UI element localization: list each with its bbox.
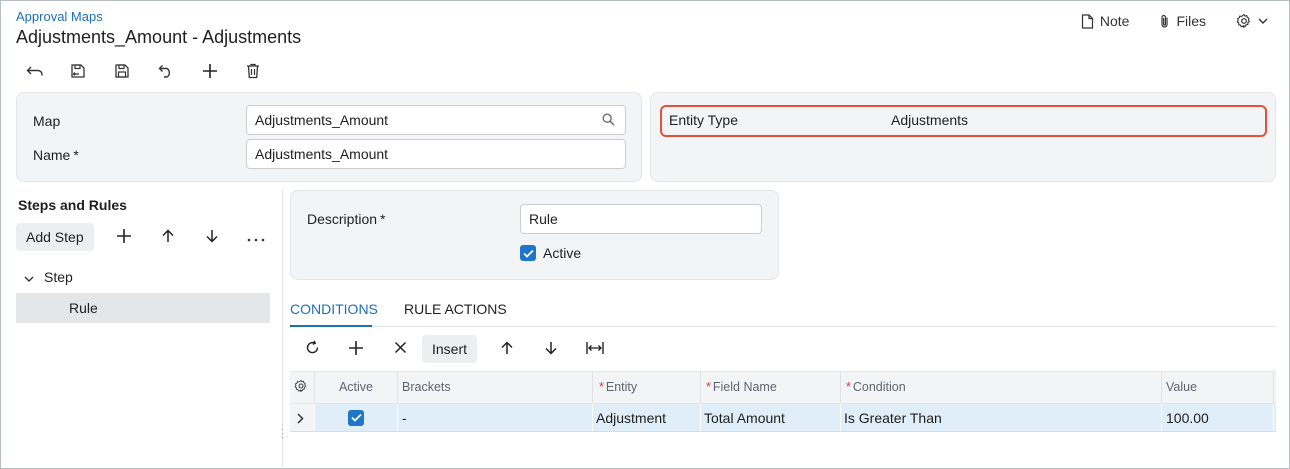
column-header-condition[interactable]: * Condition	[841, 372, 1162, 403]
row-field-name-cell[interactable]: Total Amount	[701, 404, 841, 431]
row-up-button[interactable]	[485, 335, 529, 363]
move-up-button[interactable]	[146, 223, 190, 251]
note-button[interactable]: Note	[1081, 13, 1130, 29]
arrow-up-icon	[500, 340, 514, 358]
tree-rule-label: Rule	[69, 300, 98, 316]
cancel-changes-button[interactable]	[156, 60, 200, 82]
column-header-active[interactable]: Active	[315, 372, 398, 403]
row-value-cell[interactable]: 100.00	[1162, 404, 1274, 431]
save-icon	[114, 63, 130, 79]
main-toolbar	[24, 60, 288, 82]
row-expand-button[interactable]	[290, 404, 315, 431]
name-label: Name *	[33, 147, 79, 163]
table-row[interactable]: - Adjustment Total Amount Is Greater Tha…	[290, 404, 1276, 432]
row-active-checkbox[interactable]	[348, 409, 364, 426]
description-field[interactable]: Rule	[520, 204, 762, 234]
row-entity-cell[interactable]: Adjustment	[593, 404, 701, 431]
conditions-grid: Active Brackets * Entity * Field Name * Con…	[290, 371, 1276, 432]
add-step-button[interactable]: Add Step	[16, 223, 94, 251]
fit-width-icon	[586, 341, 604, 358]
active-checkbox[interactable]	[520, 245, 536, 261]
save-button[interactable]	[112, 60, 156, 82]
gear-icon	[1236, 13, 1252, 29]
description-value: Rule	[529, 211, 558, 227]
active-checkbox-row[interactable]: Active	[520, 245, 581, 261]
description-label: Description *	[307, 211, 386, 227]
chevron-down-icon[interactable]	[24, 269, 34, 285]
row-down-button[interactable]	[529, 335, 573, 363]
delete-button[interactable]	[244, 60, 288, 82]
more-horizontal-icon	[247, 229, 265, 245]
row-condition-cell[interactable]: Is Greater Than	[841, 404, 1162, 431]
files-button[interactable]: Files	[1159, 13, 1206, 29]
entity-type-card: Entity Type Adjustments	[650, 92, 1276, 182]
undo-back-icon	[26, 64, 44, 78]
column-header-brackets[interactable]: Brackets	[398, 372, 593, 403]
note-label: Note	[1099, 13, 1130, 29]
column-header-value[interactable]: Value	[1162, 372, 1274, 403]
rule-tabs: CONDITIONS RULE ACTIONS	[290, 300, 1276, 327]
arrow-down-icon	[205, 229, 219, 246]
breadcrumb[interactable]: Approval Maps	[16, 9, 103, 24]
chevron-down-icon	[1258, 18, 1268, 24]
more-options-button[interactable]	[234, 223, 278, 251]
entity-type-value: Adjustments	[891, 112, 969, 128]
search-icon[interactable]	[602, 113, 615, 129]
cancel-icon	[158, 64, 174, 78]
header-actions: Note Files	[1081, 13, 1268, 29]
gear-icon	[294, 379, 308, 396]
arrow-down-icon	[544, 341, 558, 358]
name-value: Adjustments_Amount	[255, 146, 389, 162]
fit-columns-button[interactable]	[573, 335, 617, 363]
refresh-icon	[305, 340, 320, 358]
row-brackets-cell[interactable]: -	[398, 404, 593, 431]
add-icon	[116, 228, 132, 247]
column-settings-button[interactable]	[290, 372, 315, 403]
column-header-field-name[interactable]: * Field Name	[701, 372, 841, 403]
add-button[interactable]	[200, 60, 244, 82]
entity-type-label: Entity Type	[669, 112, 739, 128]
conditions-toolbar: Insert	[290, 335, 617, 363]
tab-rule-actions[interactable]: RULE ACTIONS	[404, 301, 507, 327]
add-row-button[interactable]	[334, 335, 378, 363]
map-value: Adjustments_Amount	[255, 112, 389, 128]
tab-conditions[interactable]: CONDITIONS	[290, 301, 378, 327]
refresh-button[interactable]	[290, 335, 334, 363]
tree-step-label: Step	[44, 269, 73, 285]
arrow-up-icon	[161, 228, 175, 246]
add-icon	[202, 63, 218, 79]
back-button[interactable]	[24, 60, 68, 82]
settings-menu-button[interactable]	[1236, 13, 1268, 29]
splitter-handle[interactable]: · · ·	[281, 425, 284, 443]
chevron-right-icon	[297, 411, 304, 427]
entity-type-field[interactable]: Entity Type Adjustments	[660, 105, 1267, 137]
active-label: Active	[543, 245, 582, 261]
save-and-close-button[interactable]	[68, 60, 112, 82]
steps-and-rules-title: Steps and Rules	[18, 197, 127, 213]
delete-icon	[246, 63, 260, 79]
tree-rule-node[interactable]: Rule	[16, 293, 270, 323]
map-label: Map	[33, 113, 61, 129]
move-down-button[interactable]	[190, 223, 234, 251]
column-header-entity[interactable]: * Entity	[593, 372, 701, 403]
add-icon	[348, 340, 364, 359]
files-label: Files	[1176, 13, 1206, 29]
insert-button[interactable]: Insert	[422, 335, 478, 363]
map-selector-field[interactable]: Adjustments_Amount	[246, 105, 626, 135]
row-active-cell[interactable]	[315, 404, 398, 431]
rule-details-card: Description * Rule Active	[290, 190, 779, 280]
add-rule-button[interactable]	[102, 223, 146, 251]
save-and-close-icon	[70, 63, 86, 79]
steps-toolbar: Add Step	[16, 223, 278, 251]
page-title: Adjustments_Amount - Adjustments	[16, 27, 302, 47]
delete-row-button[interactable]	[378, 335, 422, 363]
note-icon	[1081, 13, 1094, 29]
paperclip-icon	[1159, 14, 1170, 29]
tree-step-node[interactable]: Step	[24, 269, 73, 285]
map-summary-card: Map Adjustments_Amount Name * Adjustments…	[16, 92, 642, 182]
grid-header-row: Active Brackets * Entity * Field Name * Con…	[290, 371, 1276, 404]
name-field[interactable]: Adjustments_Amount	[246, 139, 626, 169]
close-icon	[394, 341, 407, 357]
